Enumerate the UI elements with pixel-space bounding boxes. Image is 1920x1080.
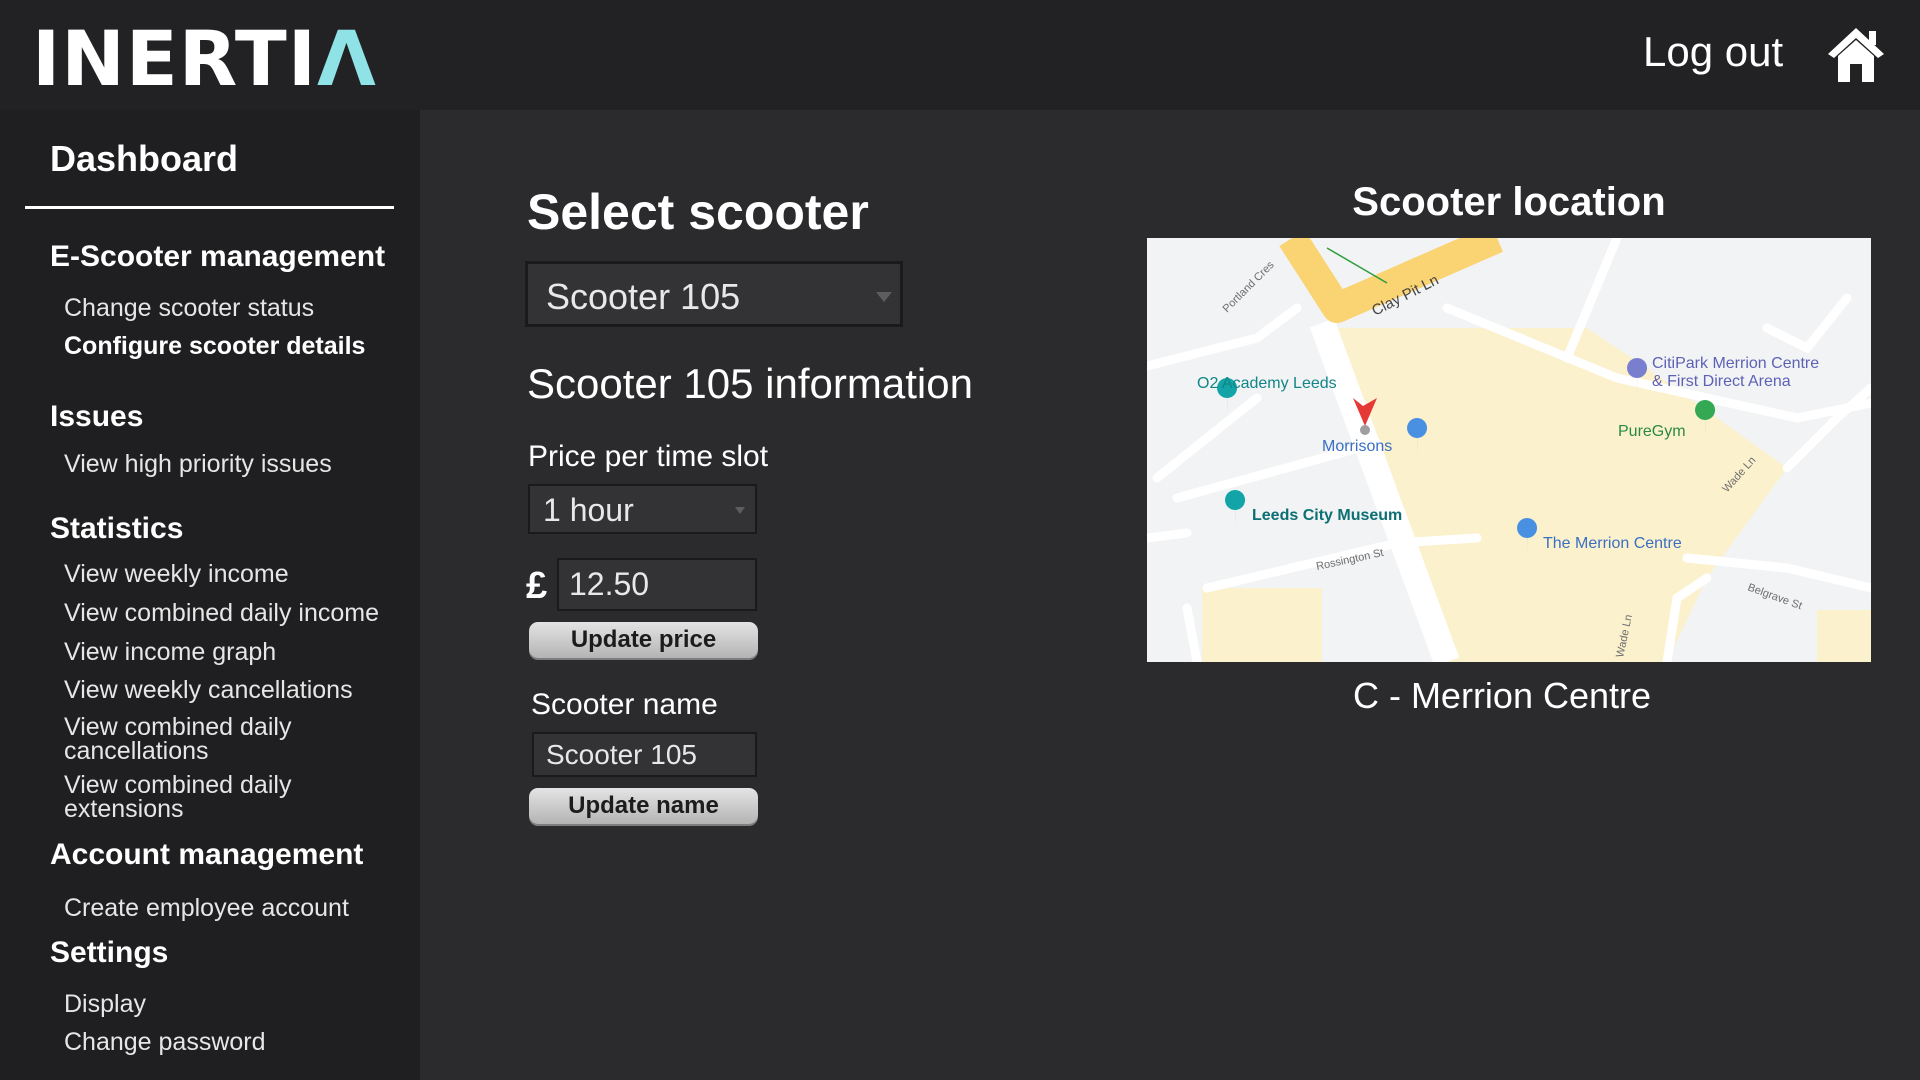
scooter-location-caption: C - Merrion Centre bbox=[1352, 675, 1652, 716]
update-price-button[interactable]: Update price bbox=[529, 622, 758, 658]
time-slot-value: 1 hour bbox=[543, 492, 634, 528]
logo-accent-letter: Λ bbox=[317, 14, 377, 103]
scooter-location-map[interactable]: O2 Academy Leeds Morrisons Leeds City Mu… bbox=[1147, 238, 1871, 662]
time-slot-select[interactable]: 1 hour bbox=[528, 484, 757, 534]
scooter-name-label: Scooter name bbox=[531, 688, 718, 721]
sidebar-item-income-graph[interactable]: View income graph bbox=[64, 640, 276, 665]
sidebar-item-weekly-cancellations[interactable]: View weekly cancellations bbox=[64, 678, 353, 703]
sidebar-heading-escooter: E-Scooter management bbox=[50, 240, 386, 273]
logout-link[interactable]: Log out bbox=[1643, 28, 1783, 76]
map-label-o2: O2 Academy Leeds bbox=[1197, 375, 1337, 392]
price-input[interactable] bbox=[557, 558, 757, 611]
sidebar-item-configure-scooter-details[interactable]: Configure scooter details bbox=[64, 334, 365, 359]
chevron-down-icon bbox=[876, 292, 892, 302]
sidebar: Dashboard E-Scooter management Change sc… bbox=[0, 110, 420, 1080]
scooter-select[interactable]: Scooter 105 bbox=[525, 261, 903, 327]
sidebar-item-create-employee-account[interactable]: Create employee account bbox=[64, 896, 349, 921]
map-label-puregym: PureGym bbox=[1618, 423, 1686, 440]
top-bar: INERTIΛ Log out bbox=[0, 0, 1920, 110]
update-name-button[interactable]: Update name bbox=[529, 788, 758, 824]
sidebar-divider bbox=[25, 206, 394, 209]
scooter-info-title: Scooter 105 information bbox=[527, 360, 973, 407]
map-label-merrion: The Merrion Centre bbox=[1543, 535, 1682, 552]
page-title: Select scooter bbox=[527, 184, 869, 240]
inertia-logo[interactable]: INERTIΛ bbox=[32, 14, 377, 103]
sidebar-item-change-scooter-status[interactable]: Change scooter status bbox=[64, 296, 314, 321]
logo-text: INERTI bbox=[32, 14, 318, 103]
sidebar-heading-account-management: Account management bbox=[50, 838, 364, 871]
sidebar-item-display[interactable]: Display bbox=[64, 992, 146, 1017]
sidebar-item-combined-daily-cancellations[interactable]: View combined daily cancellations bbox=[64, 715, 344, 764]
map-canvas: O2 Academy Leeds Morrisons Leeds City Mu… bbox=[1147, 238, 1871, 662]
sidebar-heading-statistics: Statistics bbox=[50, 512, 184, 545]
sidebar-item-high-priority-issues[interactable]: View high priority issues bbox=[64, 452, 332, 477]
map-label-museum: Leeds City Museum bbox=[1252, 507, 1402, 524]
price-label: Price per time slot bbox=[528, 440, 769, 473]
map-title: Scooter location bbox=[1352, 180, 1666, 224]
map-label-citipark: CitiPark Merrion Centre bbox=[1652, 355, 1819, 372]
sidebar-item-combined-daily-extensions[interactable]: View combined daily extensions bbox=[64, 773, 344, 822]
scooter-name-input[interactable] bbox=[532, 732, 757, 777]
sidebar-item-change-password[interactable]: Change password bbox=[64, 1030, 266, 1055]
sidebar-heading-settings: Settings bbox=[50, 936, 169, 969]
sidebar-item-combined-daily-income[interactable]: View combined daily income bbox=[64, 601, 379, 626]
sidebar-item-weekly-income[interactable]: View weekly income bbox=[64, 562, 289, 587]
currency-symbol: £ bbox=[526, 565, 548, 607]
chevron-down-icon bbox=[735, 507, 745, 514]
sidebar-dashboard-link[interactable]: Dashboard bbox=[50, 138, 238, 180]
sidebar-heading-issues: Issues bbox=[50, 400, 144, 433]
map-label-citipark-2: & First Direct Arena bbox=[1652, 373, 1791, 390]
home-icon[interactable] bbox=[1826, 24, 1886, 84]
scooter-select-value: Scooter 105 bbox=[546, 276, 741, 317]
map-label-morrisons: Morrisons bbox=[1322, 438, 1392, 455]
